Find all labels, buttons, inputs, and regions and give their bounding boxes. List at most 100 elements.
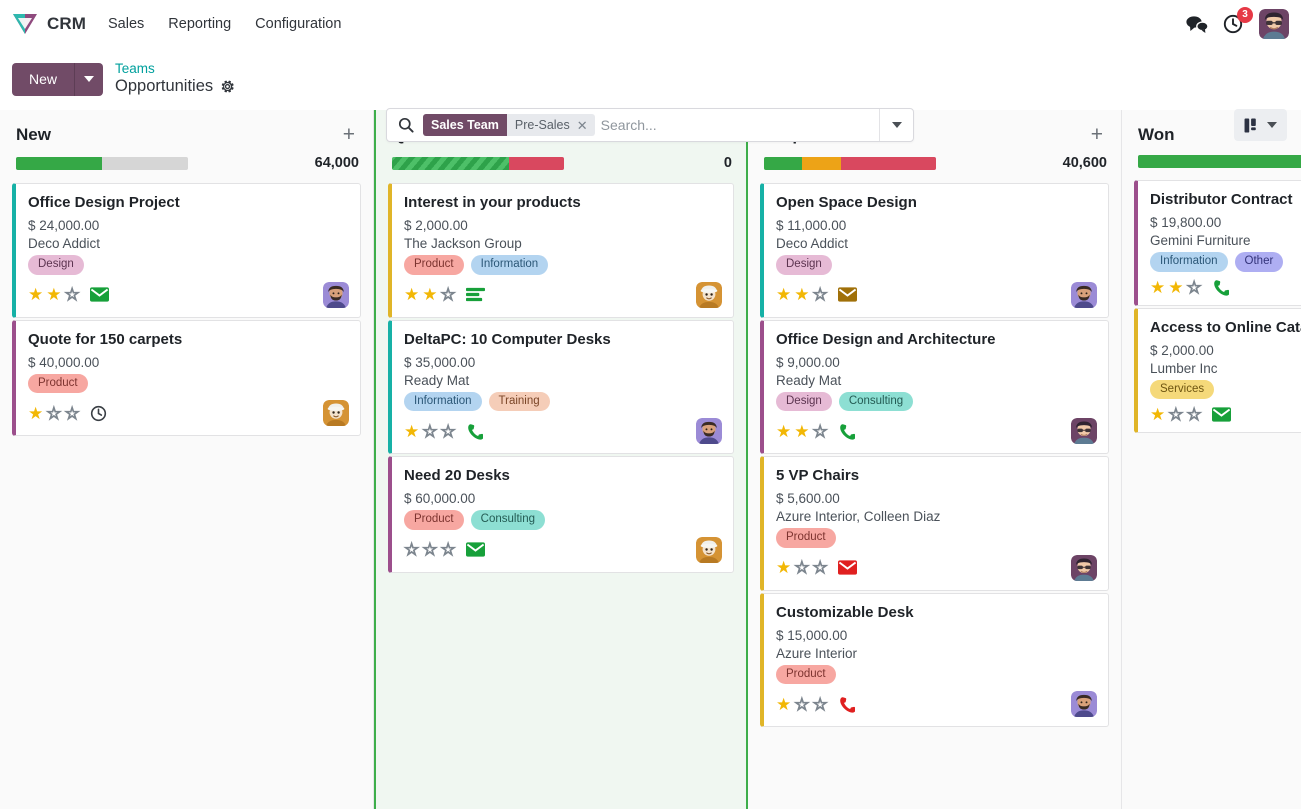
envelope-icon[interactable]	[837, 287, 857, 302]
star-empty-icon[interactable]: ☆	[812, 695, 828, 713]
priority-stars[interactable]: ★ ★ ☆	[776, 422, 828, 440]
progress-segment[interactable]	[1138, 155, 1301, 168]
new-button[interactable]: New	[12, 62, 76, 96]
kanban-card[interactable]: Office Design Project $ 24,000.00 Deco A…	[12, 183, 361, 318]
star-filled-icon[interactable]: ★	[28, 286, 43, 303]
gear-icon[interactable]	[220, 79, 235, 94]
star-empty-icon[interactable]: ☆	[794, 558, 810, 576]
star-empty-icon[interactable]: ☆	[46, 404, 62, 422]
star-filled-icon[interactable]: ★	[422, 286, 437, 303]
priority-stars[interactable]: ★ ★ ☆	[1150, 278, 1202, 296]
kanban-card[interactable]: DeltaPC: 10 Computer Desks $ 35,000.00 R…	[388, 319, 734, 455]
card-tag[interactable]: Product	[776, 528, 836, 548]
star-filled-icon[interactable]: ★	[776, 423, 791, 440]
phone-icon[interactable]	[838, 696, 855, 713]
card-assignee-avatar[interactable]	[696, 418, 722, 445]
star-filled-icon[interactable]: ★	[1168, 279, 1183, 296]
star-empty-icon[interactable]: ☆	[440, 422, 456, 440]
star-filled-icon[interactable]: ★	[404, 423, 419, 440]
card-tag[interactable]: Other	[1234, 252, 1284, 272]
card-tag[interactable]: Product	[28, 373, 88, 394]
priority-stars[interactable]: ★ ★ ☆	[28, 285, 80, 303]
progress-bar[interactable]	[1138, 155, 1301, 168]
card-tag[interactable]: Design	[776, 391, 832, 412]
star-empty-icon[interactable]: ☆	[440, 285, 456, 303]
card-tag[interactable]: Design	[776, 255, 832, 275]
card-assignee-avatar[interactable]	[696, 281, 722, 308]
view-switcher[interactable]	[1234, 109, 1287, 141]
search-dropdown-toggle[interactable]	[879, 109, 913, 141]
kanban-card[interactable]: Office Design and Architecture $ 9,000.0…	[760, 319, 1109, 455]
star-empty-icon[interactable]: ☆	[812, 422, 828, 440]
star-filled-icon[interactable]: ★	[794, 423, 809, 440]
kanban-card[interactable]: 5 VP Chairs $ 5,600.00 Azure Interior, C…	[760, 456, 1109, 591]
card-tag[interactable]: Product	[404, 510, 464, 530]
new-dropdown-button[interactable]	[75, 62, 104, 96]
nav-item-configuration[interactable]: Configuration	[243, 10, 353, 38]
nav-item-sales[interactable]: Sales	[96, 10, 156, 38]
envelope-icon[interactable]	[837, 560, 857, 575]
star-filled-icon[interactable]: ★	[1150, 279, 1165, 296]
star-filled-icon[interactable]: ★	[794, 286, 809, 303]
card-assignee-avatar[interactable]	[323, 281, 349, 308]
card-assignee-avatar[interactable]	[323, 400, 349, 427]
card-assignee-avatar[interactable]	[1071, 281, 1097, 308]
card-tag[interactable]: Consulting	[470, 510, 545, 530]
star-empty-icon[interactable]: ☆	[812, 558, 828, 576]
kanban-card[interactable]: Need 20 Desks $ 60,000.00 Product Consult…	[388, 456, 734, 573]
clock-icon[interactable]: 3	[1223, 7, 1253, 35]
phone-icon[interactable]	[466, 423, 483, 440]
card-tag[interactable]: Product	[404, 255, 464, 275]
progress-segment[interactable]	[16, 156, 102, 170]
card-assignee-avatar[interactable]	[1071, 418, 1097, 445]
star-empty-icon[interactable]: ☆	[403, 540, 419, 558]
card-assignee-avatar[interactable]	[1071, 691, 1097, 718]
card-tag[interactable]: Design	[28, 255, 84, 275]
priority-stars[interactable]: ★ ★ ☆	[776, 285, 828, 303]
progress-bar[interactable]	[16, 156, 188, 170]
card-tag[interactable]: Consulting	[838, 391, 914, 412]
star-filled-icon[interactable]: ★	[404, 286, 419, 303]
brand-group[interactable]: CRM	[12, 12, 96, 36]
clock-icon[interactable]	[90, 405, 107, 422]
phone-icon[interactable]	[1212, 279, 1229, 296]
priority-stars[interactable]: ★ ☆ ☆	[776, 558, 828, 576]
breadcrumb-item-teams[interactable]: Teams	[115, 61, 235, 77]
card-tag[interactable]: Services	[1150, 379, 1215, 400]
user-avatar[interactable]	[1259, 9, 1289, 39]
star-empty-icon[interactable]: ☆	[64, 285, 80, 303]
star-empty-icon[interactable]: ☆	[794, 695, 810, 713]
card-tag[interactable]: Information	[404, 391, 482, 412]
card-tag[interactable]: Product	[776, 664, 836, 685]
priority-stars[interactable]: ☆ ☆ ☆	[403, 540, 456, 558]
priority-stars[interactable]: ★ ★ ☆	[404, 285, 456, 303]
search-facet-sales-team[interactable]: Sales Team Pre-Sales ✕	[423, 114, 595, 136]
kanban-card[interactable]: Access to Online Catalog $ 2,000.00 Lumb…	[1134, 307, 1301, 434]
progress-segment[interactable]	[764, 156, 802, 170]
star-empty-icon[interactable]: ☆	[64, 404, 80, 422]
priority-stars[interactable]: ★ ☆ ☆	[1150, 405, 1202, 423]
kanban-card[interactable]: Interest in your products $ 2,000.00 The…	[388, 183, 734, 318]
progress-segment[interactable]	[392, 156, 509, 170]
progress-segment[interactable]	[841, 156, 936, 170]
star-filled-icon[interactable]: ★	[776, 696, 791, 713]
star-empty-icon[interactable]: ☆	[422, 422, 438, 440]
card-assignee-avatar[interactable]	[1071, 554, 1097, 581]
phone-icon[interactable]	[838, 423, 855, 440]
star-empty-icon[interactable]: ☆	[1186, 278, 1202, 296]
star-filled-icon[interactable]: ★	[46, 286, 61, 303]
envelope-icon[interactable]	[1211, 407, 1231, 422]
priority-stars[interactable]: ★ ☆ ☆	[404, 422, 456, 440]
chat-bubbles-icon[interactable]	[1185, 14, 1209, 34]
kanban-card[interactable]: Open Space Design $ 11,000.00 Deco Addic…	[760, 183, 1109, 318]
star-empty-icon[interactable]: ☆	[1168, 405, 1184, 423]
kanban-card[interactable]: Customizable Desk $ 15,000.00 Azure Inte…	[760, 592, 1109, 728]
add-card-button[interactable]: +	[1087, 124, 1107, 145]
star-empty-icon[interactable]: ☆	[812, 285, 828, 303]
star-filled-icon[interactable]: ★	[28, 405, 43, 422]
priority-stars[interactable]: ★ ☆ ☆	[28, 404, 80, 422]
card-tag[interactable]: Information	[470, 255, 549, 275]
kanban-card[interactable]: Distributor Contract $ 19,800.00 Gemini …	[1134, 180, 1301, 306]
star-filled-icon[interactable]: ★	[776, 559, 791, 576]
priority-stars[interactable]: ★ ☆ ☆	[776, 695, 828, 713]
